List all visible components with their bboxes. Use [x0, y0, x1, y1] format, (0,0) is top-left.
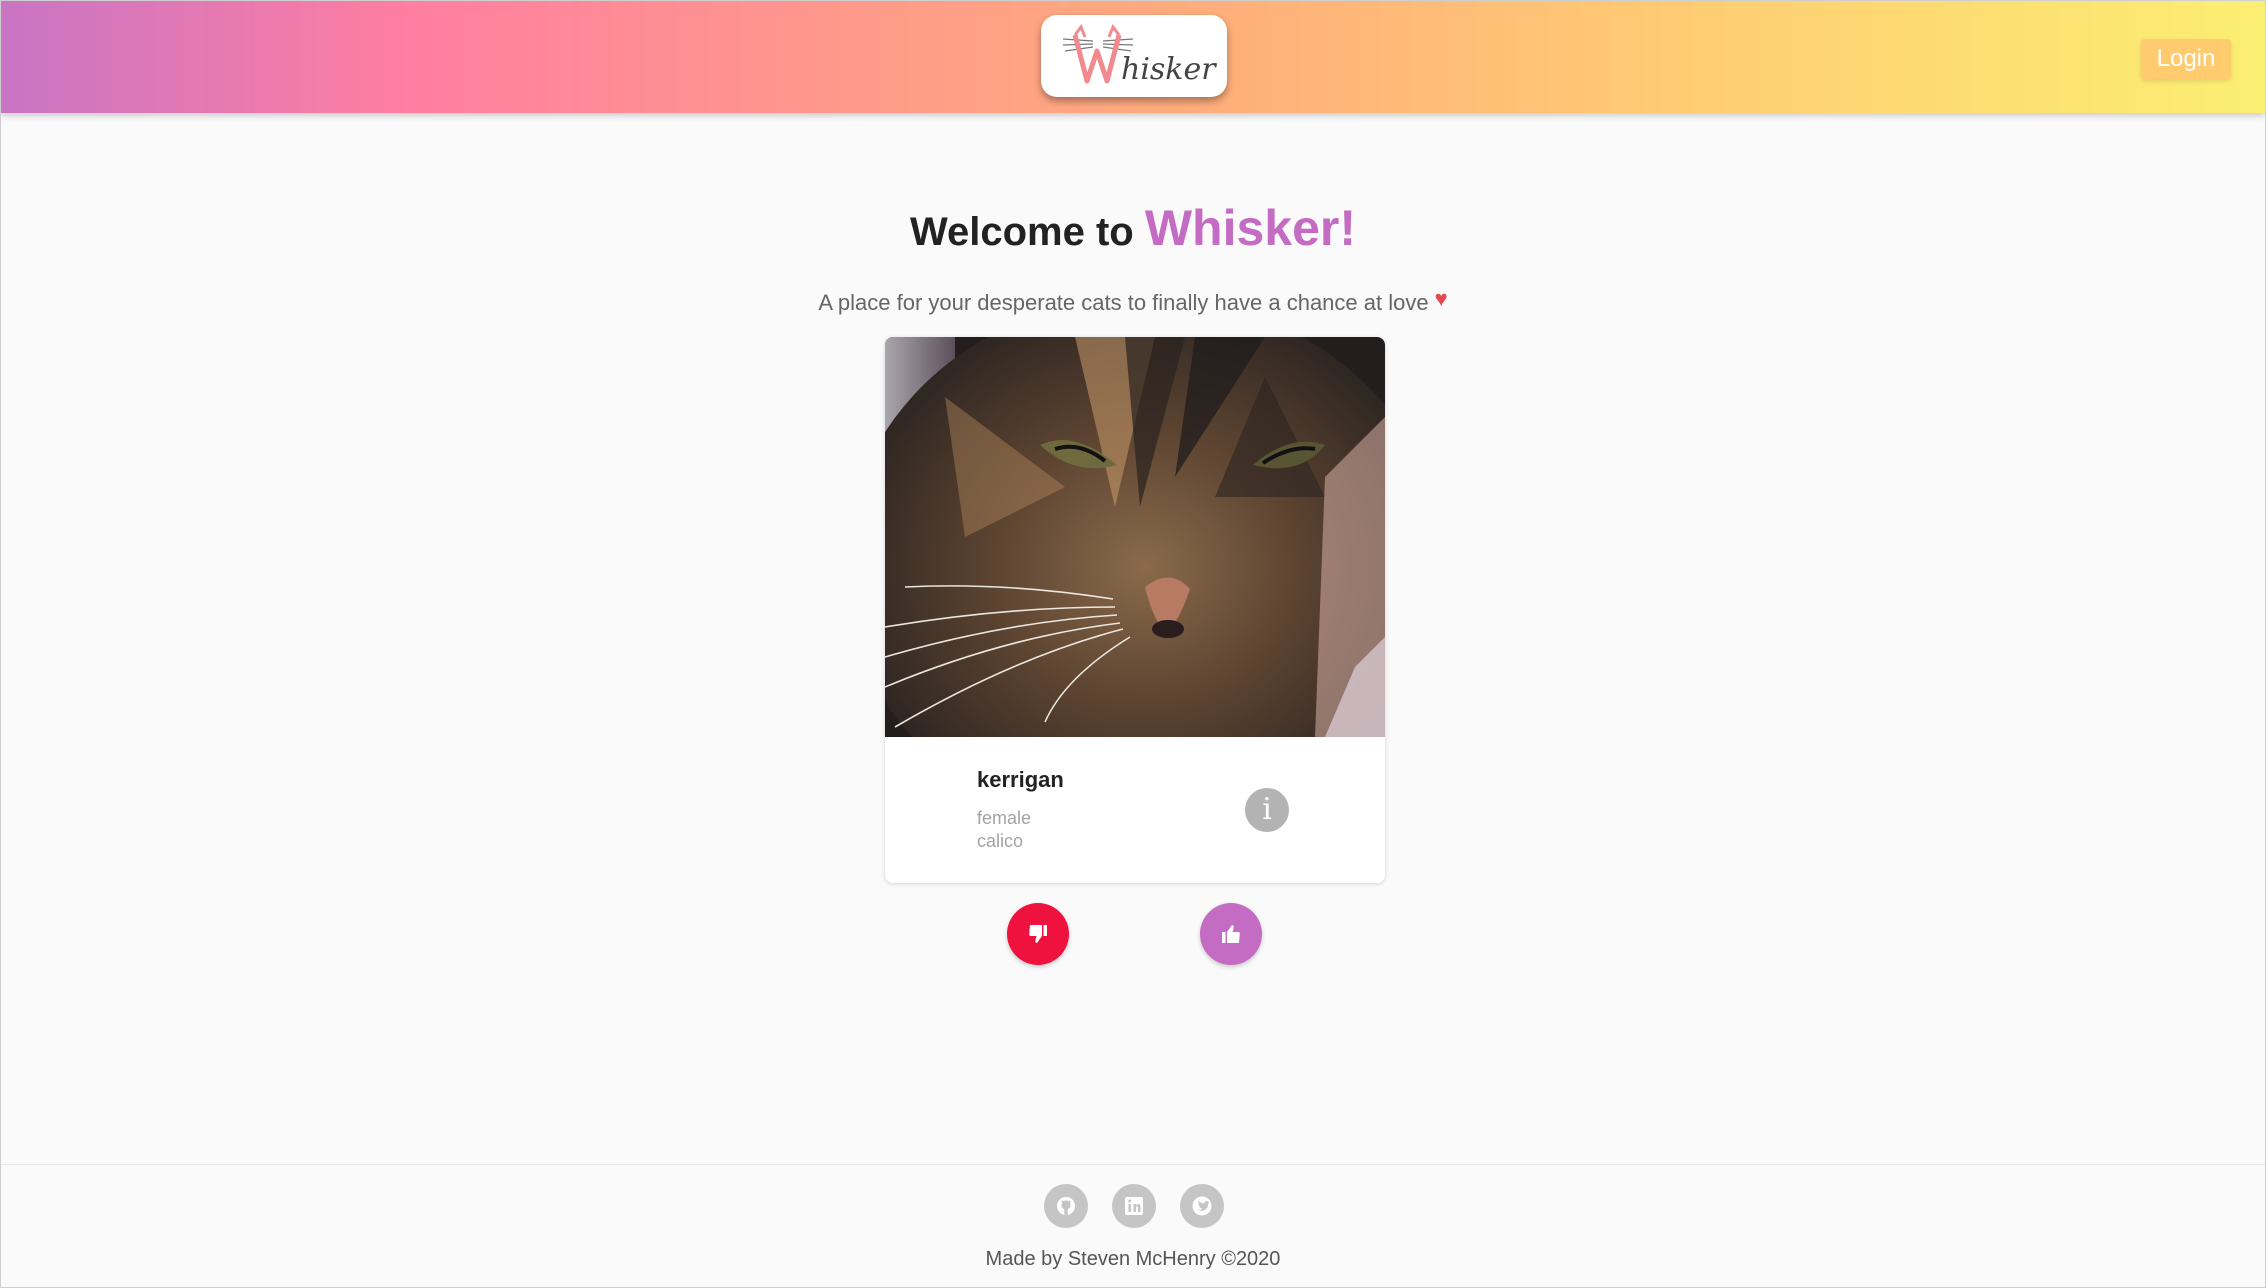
svg-text:hisker: hisker — [1121, 52, 1217, 87]
cat-photo — [885, 337, 1385, 737]
info-icon[interactable]: i — [1245, 788, 1289, 832]
linkedin-icon — [1125, 1197, 1143, 1215]
thumbs-down-icon — [1029, 925, 1047, 943]
logo[interactable]: hisker — [1041, 15, 1227, 97]
thumbs-up-icon — [1222, 925, 1240, 943]
footer-divider — [1, 1164, 2265, 1165]
page-title: Welcome to Whisker! — [1, 199, 2265, 257]
github-link[interactable] — [1044, 1184, 1088, 1228]
twitter-link[interactable] — [1180, 1184, 1224, 1228]
cat-sex: female — [977, 808, 1032, 828]
tagline: A place for your desperate cats to final… — [1, 286, 2265, 316]
tagline-text: A place for your desperate cats to final… — [818, 290, 1429, 315]
welcome-prefix: Welcome to — [909, 210, 1134, 254]
cat-name: kerrigan — [977, 767, 1064, 792]
cat-card[interactable]: kerrigan female calico i — [885, 337, 1385, 883]
dislike-button[interactable] — [1007, 903, 1069, 965]
login-button[interactable]: Login — [2141, 39, 2231, 79]
app-window: hisker Login Welcome to Whisker! A place… — [0, 0, 2266, 1288]
whisker-logo-icon: hisker — [1062, 23, 1217, 87]
linkedin-link[interactable] — [1112, 1184, 1156, 1228]
like-button[interactable] — [1200, 903, 1262, 965]
heart-icon: ♥ — [1434, 286, 1448, 311]
welcome-brand: Whisker! — [1144, 200, 1357, 256]
twitter-icon — [1192, 1196, 1212, 1216]
github-icon — [1057, 1197, 1075, 1215]
cat-breed: calico — [977, 831, 1024, 851]
top-navbar: hisker Login — [1, 1, 2265, 113]
footer-credit: Made by Steven McHenry ©2020 — [985, 1248, 1281, 1270]
